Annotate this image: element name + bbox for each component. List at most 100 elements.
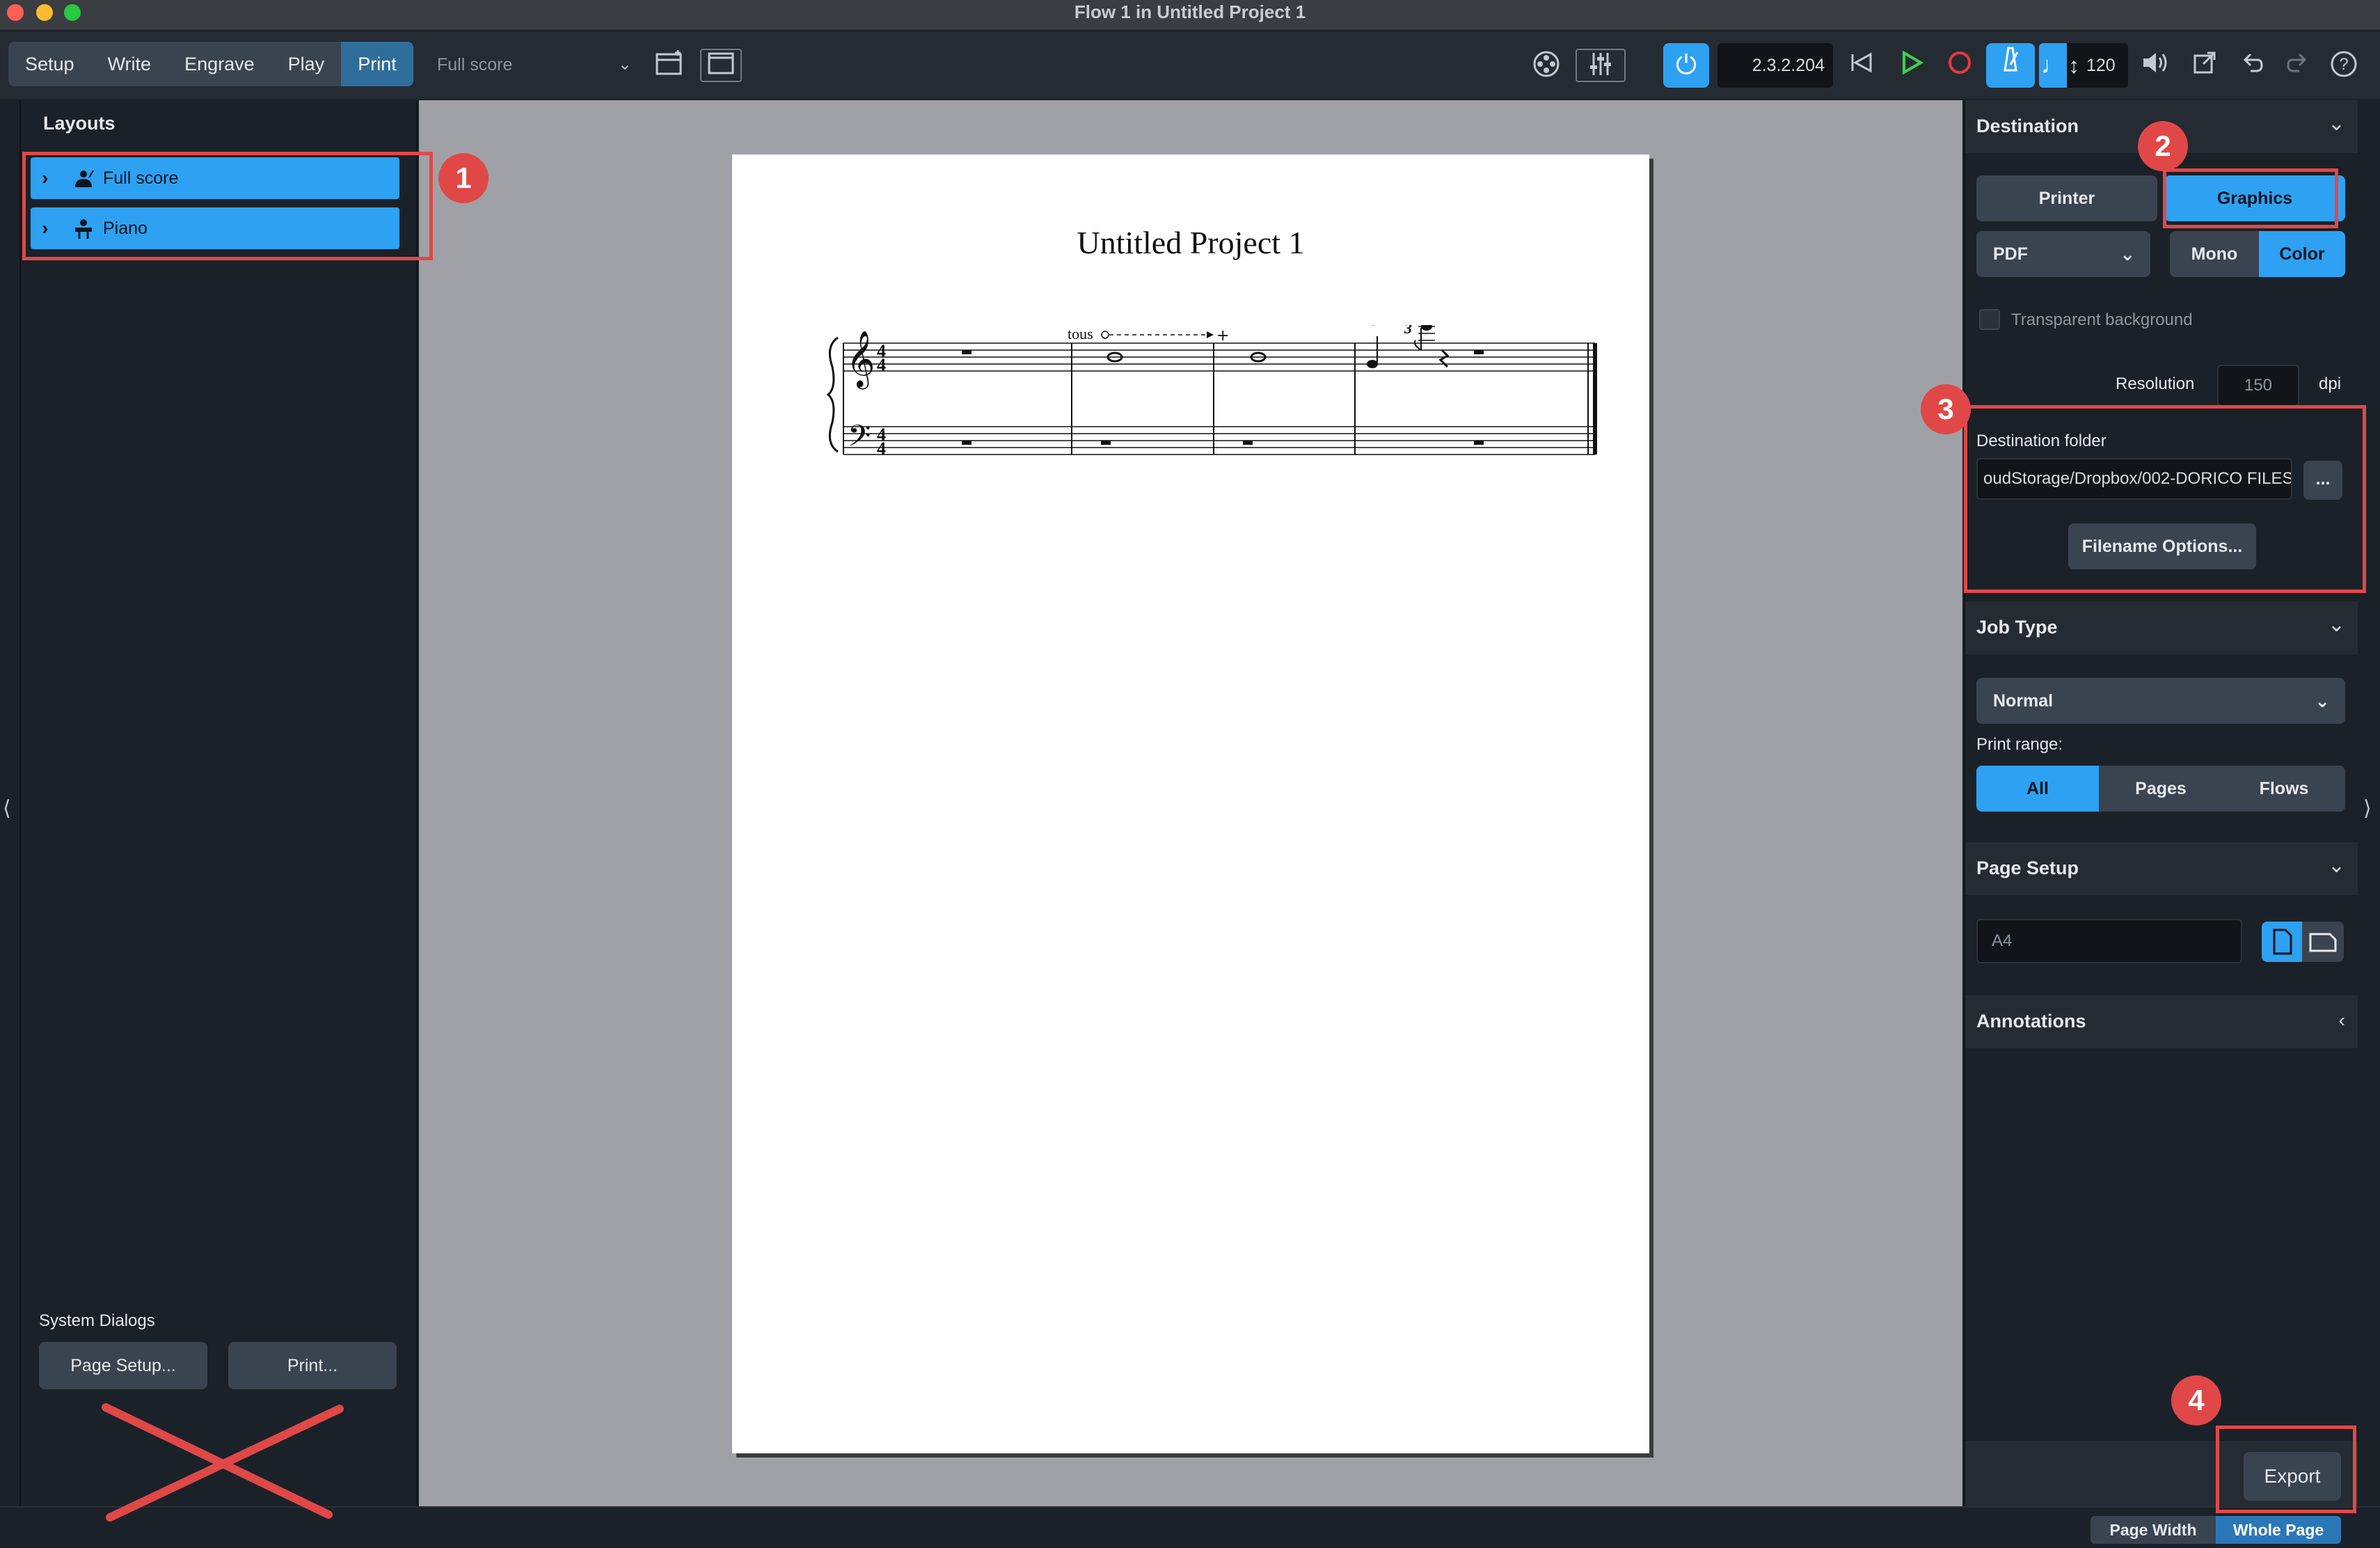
mixer-icon[interactable] xyxy=(1576,49,1626,82)
graphics-format-value: PDF xyxy=(1993,244,2028,264)
annotation-box-graphics xyxy=(2163,168,2338,228)
resolution-unit-label: dpi xyxy=(2319,374,2342,393)
chevron-down-icon: ⌄ xyxy=(2327,613,2345,636)
portrait-page-icon xyxy=(2273,929,2292,955)
page-width-view-button[interactable]: Page Width xyxy=(2091,1516,2216,1544)
mode-play[interactable]: Play xyxy=(271,42,342,86)
plus-mark: + xyxy=(1216,327,1229,345)
portrait-orientation-button[interactable] xyxy=(2262,922,2302,962)
mode-print[interactable]: Print xyxy=(341,42,413,86)
job-type-value: Normal xyxy=(1993,691,2054,711)
mode-switcher: Setup Write Engrave Play Print xyxy=(8,42,413,86)
page-setup-header-label: Page Setup xyxy=(1976,858,2079,878)
print-range-pages[interactable]: Pages xyxy=(2099,766,2223,812)
page-setup-dialog-button[interactable]: Page Setup... xyxy=(39,1342,207,1389)
job-type-header-label: Job Type xyxy=(1976,617,2058,638)
tempo-display[interactable]: ♩ ↕ 120 xyxy=(2039,43,2128,88)
annotations-section-header[interactable]: Annotations ‹ xyxy=(1965,995,2358,1048)
print-options-panel: Destination ⌄ Printer Graphics PDF ⌄ Mon… xyxy=(1964,100,2358,1506)
svg-text:?: ? xyxy=(2339,55,2348,74)
chevron-down-icon: ⌄ xyxy=(2327,112,2345,135)
chevron-down-icon: ⌄ xyxy=(2327,854,2345,877)
window-layout-icon[interactable] xyxy=(700,49,742,82)
mode-write[interactable]: Write xyxy=(91,42,168,86)
mode-setup[interactable]: Setup xyxy=(8,42,91,86)
redo-icon[interactable] xyxy=(2280,49,2316,82)
annotation-badge-3: 3 xyxy=(1921,384,1971,434)
chevron-down-icon: ⌄ xyxy=(617,55,632,74)
treble-clef-mark: 𝄞 xyxy=(846,330,875,389)
annotation-box-export xyxy=(2216,1425,2356,1513)
speaker-icon[interactable] xyxy=(2136,49,2175,82)
mode-engrave[interactable]: Engrave xyxy=(168,42,271,86)
print-range-flows[interactable]: Flows xyxy=(2223,766,2345,812)
time-sig-mark: 4 xyxy=(877,355,886,375)
bass-clef-mark: 𝄢 xyxy=(848,419,871,461)
rewind-to-start-icon[interactable] xyxy=(1841,49,1880,82)
tempo-value: 120 xyxy=(2086,56,2116,75)
page-setup-section-header[interactable]: Page Setup ⌄ xyxy=(1965,842,2358,895)
quarter-note xyxy=(1367,360,1378,368)
barlines xyxy=(843,343,1597,455)
external-window-icon[interactable] xyxy=(2185,49,2224,82)
metronome-button[interactable] xyxy=(1986,43,2035,88)
record-icon[interactable] xyxy=(1940,49,1979,82)
print-range-all[interactable]: All xyxy=(1976,766,2099,812)
annotations-header-label: Annotations xyxy=(1976,1011,2086,1032)
metronome-icon xyxy=(2004,47,2019,72)
window-title: Flow 1 in Untitled Project 1 xyxy=(1074,1,1306,22)
title-bar: Flow 1 in Untitled Project 1 xyxy=(0,0,2380,31)
job-type-select[interactable]: Normal ⌄ xyxy=(1976,678,2345,724)
print-preview-area: Untitled Project 1 𝄞 𝄢 4 4 4 4 tous + 3 xyxy=(419,100,1962,1506)
job-type-section-header[interactable]: Job Type ⌄ xyxy=(1965,601,2358,654)
graphics-format-select[interactable]: PDF ⌄ xyxy=(1976,231,2150,277)
printer-toggle[interactable]: Printer xyxy=(1976,175,2157,221)
system-dialogs-label: System Dialogs xyxy=(39,1311,155,1330)
layout-selector[interactable]: Full score ⌄ xyxy=(437,47,632,82)
treble-staff xyxy=(843,342,1595,372)
layout-selector-value: Full score xyxy=(437,55,513,74)
mono-toggle[interactable]: Mono xyxy=(2170,231,2259,277)
resolution-label: Resolution xyxy=(2116,374,2195,393)
add-panel-icon[interactable] xyxy=(651,49,688,82)
chevron-right-icon: ⟩ xyxy=(2363,797,2372,820)
paper-size-input[interactable]: A4 xyxy=(1976,919,2242,963)
transparent-background-checkbox[interactable] xyxy=(1979,309,2000,330)
chevron-left-icon: ⟨ xyxy=(3,797,11,820)
whole-page-view-button[interactable]: Whole Page xyxy=(2216,1516,2341,1544)
annotation-badge-4: 4 xyxy=(2171,1375,2221,1425)
right-panel-toggle[interactable]: ⟩ xyxy=(2358,100,2380,1506)
power-icon: ⏻ xyxy=(1675,51,1697,80)
brace-mark xyxy=(826,336,839,453)
chevron-down-icon: ⌄ xyxy=(2315,690,2330,711)
annotation-box-layouts xyxy=(22,152,433,260)
transparent-background-label: Transparent background xyxy=(2011,310,2193,329)
color-toggle[interactable]: Color xyxy=(2259,231,2345,277)
chevron-left-icon: ‹ xyxy=(2338,1009,2345,1031)
layouts-panel-title: Layouts xyxy=(43,113,116,134)
status-bar xyxy=(0,1506,2380,1548)
resolution-input[interactable]: 150 xyxy=(2217,365,2299,406)
cross-out-mark xyxy=(102,1403,344,1522)
print-dialog-button[interactable]: Print... xyxy=(228,1342,397,1389)
left-panel-toggle[interactable]: ⟨ xyxy=(0,100,21,1506)
print-range-label: Print range: xyxy=(1976,735,2063,754)
main-toolbar: Setup Write Engrave Play Print Full scor… xyxy=(0,32,2380,99)
destination-header-label: Destination xyxy=(1976,116,2079,136)
tous-marking-circle xyxy=(1101,331,1109,339)
score-title: Untitled Project 1 xyxy=(1077,225,1305,260)
arrow-mark xyxy=(1207,331,1214,338)
activate-project-button[interactable]: ⏻ xyxy=(1663,43,1709,88)
play-icon[interactable] xyxy=(1891,49,1930,82)
eighth-note xyxy=(1421,325,1432,331)
page-preview: Untitled Project 1 𝄞 𝄢 4 4 4 4 tous + 3 xyxy=(732,155,1649,1453)
time-display: 2.3.2.204 xyxy=(1717,43,1833,88)
layouts-panel: Layouts › Full score › Piano xyxy=(21,100,418,1506)
landscape-page-icon xyxy=(2309,933,2337,952)
video-reel-icon[interactable] xyxy=(1528,49,1564,82)
help-icon[interactable]: ? xyxy=(2324,49,2363,82)
undo-icon[interactable] xyxy=(2234,49,2270,82)
annotation-box-destination-folder xyxy=(1964,405,2366,593)
time-sig-mark: 4 xyxy=(877,439,886,459)
landscape-orientation-button[interactable] xyxy=(2302,922,2344,962)
